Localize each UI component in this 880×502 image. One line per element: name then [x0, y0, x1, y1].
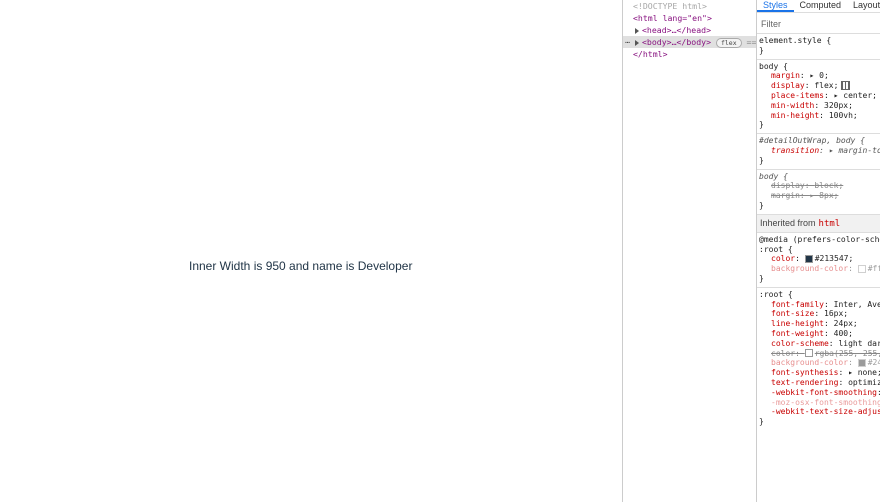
- tab-styles[interactable]: Styles: [757, 0, 794, 12]
- inner-width-text: Inner Width is 950 and name is Developer: [189, 259, 413, 273]
- head-node[interactable]: <head>…</head>: [623, 24, 756, 36]
- html-node[interactable]: <html lang="en">: [623, 12, 756, 24]
- css-declaration[interactable]: font-weight: 400;: [759, 329, 880, 339]
- element-style-rule: element.style { }: [757, 34, 880, 60]
- expand-triangle-icon[interactable]: [635, 27, 639, 34]
- root-rule: :root { font-family: Inter, Aver font-si…: [759, 289, 880, 427]
- css-declaration[interactable]: -webkit-text-size-adjust:: [759, 407, 880, 417]
- styles-tabs: Styles Computed Layout: [757, 0, 880, 13]
- detail-wrap-rule: #detailOutWrap, body { transition: ▸ mar…: [757, 134, 880, 170]
- css-declaration[interactable]: display: flex;: [759, 81, 880, 91]
- color-swatch-icon[interactable]: [857, 358, 866, 367]
- css-declaration[interactable]: line-height: 24px;: [759, 319, 880, 329]
- css-declaration[interactable]: font-size: 16px;: [759, 309, 880, 319]
- css-declaration[interactable]: color-scheme: light dark: [759, 339, 880, 349]
- css-declaration[interactable]: -webkit-font-smoothing:: [759, 388, 880, 398]
- css-declaration[interactable]: color: #213547;: [759, 254, 880, 264]
- css-declaration[interactable]: background-color: #242: [759, 358, 880, 368]
- color-swatch-icon[interactable]: [857, 264, 866, 273]
- expand-triangle-icon[interactable]: [635, 39, 639, 46]
- tab-layout[interactable]: Layout: [847, 0, 880, 12]
- css-declaration[interactable]: min-height: 100vh;: [759, 111, 880, 121]
- color-swatch-icon[interactable]: [804, 349, 813, 358]
- css-declaration[interactable]: text-rendering: optimize: [759, 378, 880, 388]
- css-declaration[interactable]: font-synthesis: ▸ none;: [759, 368, 880, 378]
- css-declaration[interactable]: transition: ▸ margin-top: [759, 146, 880, 156]
- css-declaration[interactable]: font-family: Inter, Aver: [759, 300, 880, 310]
- root-media-rule: @media (prefers-color-schem :root { colo…: [757, 233, 880, 288]
- user-agent-body-rule: body { display: block; margin: ▸ 8px; }: [757, 170, 880, 215]
- styles-panel: Styles Computed Layout Filter element.st…: [756, 0, 880, 502]
- body-node[interactable]: ⋯ <body>…</body> flex == $0: [623, 36, 756, 48]
- color-swatch-icon[interactable]: [804, 254, 813, 263]
- css-declaration[interactable]: color: rgba(255, 255,: [759, 349, 880, 359]
- tab-computed[interactable]: Computed: [794, 0, 848, 12]
- filter-input[interactable]: Filter: [757, 13, 880, 34]
- css-declaration[interactable]: -moz-osx-font-smoothing:: [759, 398, 880, 408]
- flex-badge[interactable]: flex: [715, 37, 742, 48]
- elements-panel: <!DOCTYPE html> <html lang="en"> <head>……: [622, 0, 756, 502]
- doctype-node[interactable]: <!DOCTYPE html>: [623, 0, 756, 12]
- more-options-icon[interactable]: ⋯: [625, 36, 630, 48]
- page-viewport: Inner Width is 950 and name is Developer: [0, 0, 622, 502]
- dollar-zero-label: == $0: [746, 37, 756, 47]
- flexbox-editor-icon[interactable]: [841, 81, 851, 91]
- css-declaration[interactable]: background-color: #fff: [759, 264, 880, 274]
- css-declaration[interactable]: place-items: ▸ center;: [759, 91, 880, 101]
- inherited-tag-link[interactable]: html: [819, 219, 841, 229]
- css-declaration[interactable]: display: block;: [759, 181, 880, 191]
- inherited-header: Inherited from html: [757, 214, 880, 233]
- body-rule: body { margin: ▸ 0; display: flex; place…: [757, 60, 880, 135]
- css-declaration[interactable]: min-width: 320px;: [759, 101, 880, 111]
- css-declaration[interactable]: margin: ▸ 8px;: [759, 191, 880, 201]
- html-close-node[interactable]: </html>: [623, 48, 756, 60]
- css-declaration[interactable]: margin: ▸ 0;: [759, 71, 880, 81]
